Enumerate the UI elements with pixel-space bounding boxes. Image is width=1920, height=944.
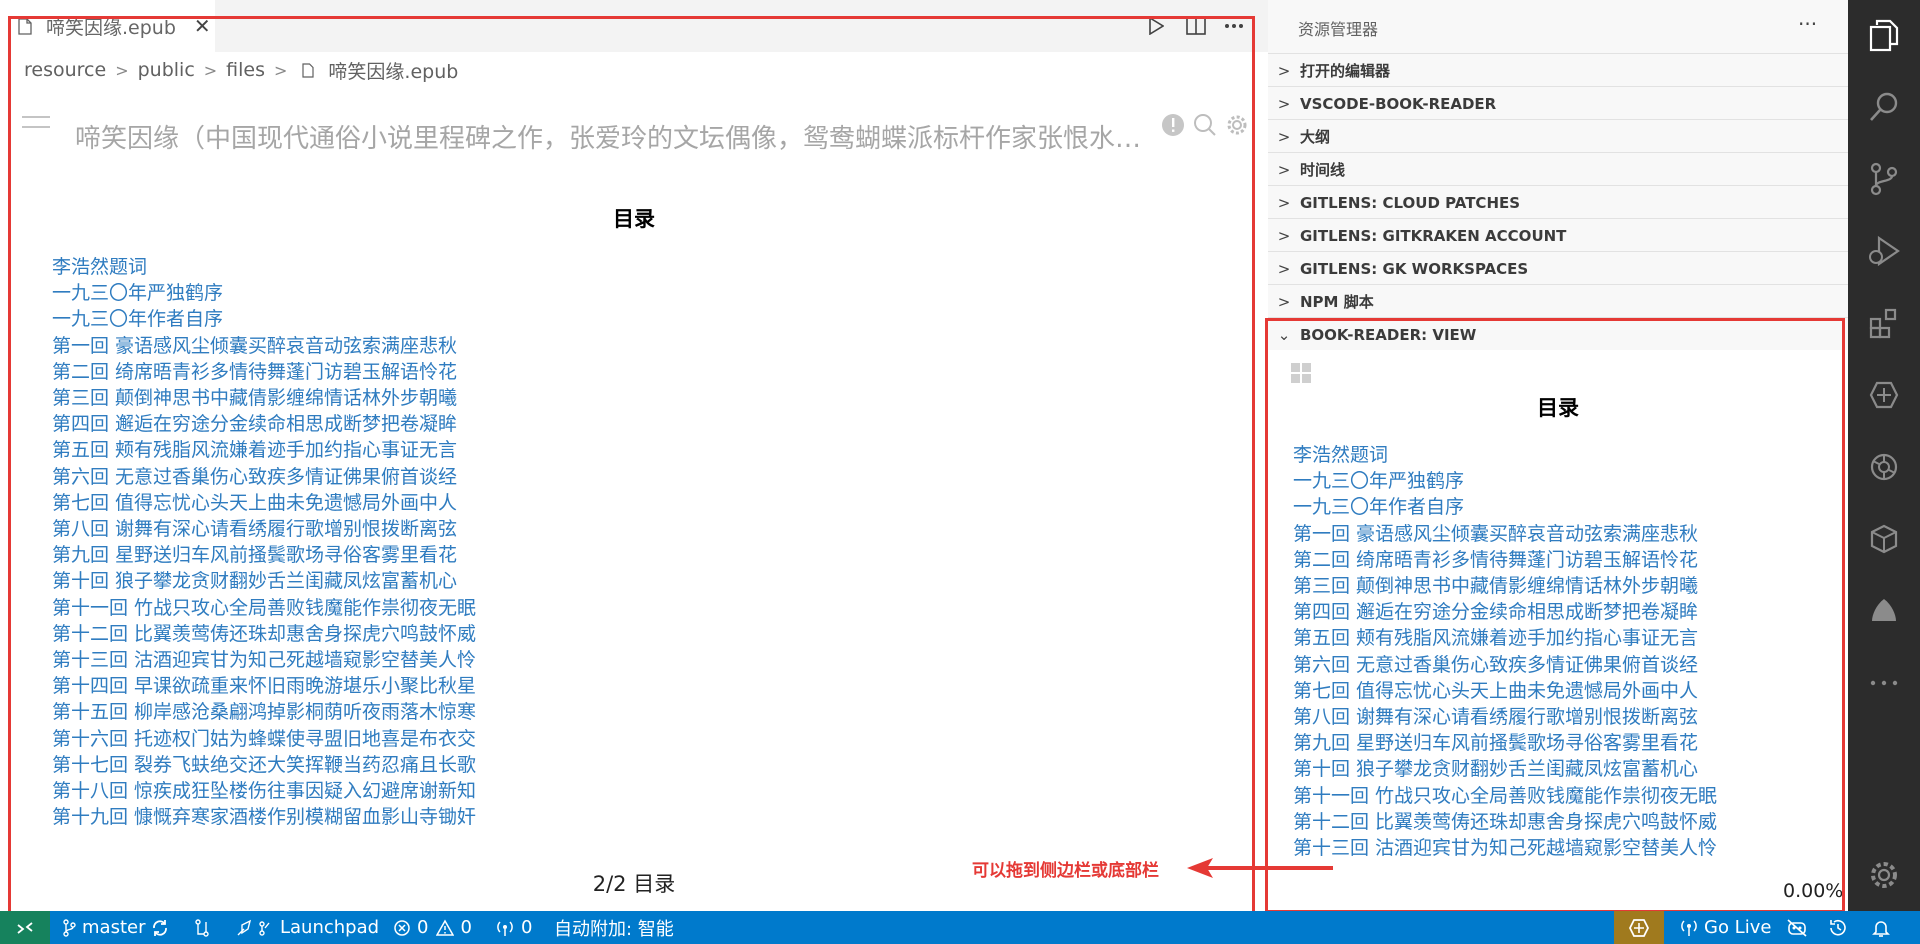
section-label: 时间线 <box>1300 161 1346 179</box>
error-count: 0 <box>417 917 429 938</box>
notifications-icon[interactable] <box>1872 911 1890 944</box>
chatgpt-icon[interactable] <box>1848 434 1920 500</box>
explorer-icon[interactable] <box>1848 2 1920 68</box>
search-icon[interactable] <box>1848 74 1920 140</box>
error-icon <box>394 919 410 936</box>
auto-attach[interactable]: 自动附加: 智能 <box>554 911 674 944</box>
broadcast-icon <box>1681 919 1697 936</box>
source-control-icon[interactable] <box>1848 146 1920 212</box>
section-gitlens-gitkraken-account[interactable]: > GITLENS: GITKRAKEN ACCOUNT <box>1268 218 1848 252</box>
launchpad-icon <box>237 919 270 936</box>
launchpad[interactable]: Launchpad <box>236 911 379 944</box>
gitlens-status-icon[interactable] <box>193 911 211 944</box>
sidebar-title: 资源管理器 <box>1298 20 1379 39</box>
remote-explorer-icon[interactable] <box>1848 506 1920 572</box>
chevron-right-icon: > <box>1277 193 1291 212</box>
chevron-right-icon: > <box>1277 61 1291 80</box>
section-label: GITLENS: GITKRAKEN ACCOUNT <box>1300 226 1567 245</box>
section-npm-scripts[interactable]: > NPM 脚本 <box>1268 284 1848 318</box>
settings-gear-icon[interactable] <box>1848 842 1920 908</box>
more-icon[interactable] <box>1848 650 1920 716</box>
sync-icon[interactable] <box>150 911 170 944</box>
section-gitlens-cloud-patches[interactable]: > GITLENS: CLOUD PATCHES <box>1268 185 1848 219</box>
section-gitlens-gk-workspaces[interactable]: > GITLENS: GK WORKSPACES <box>1268 251 1848 285</box>
gitlens-icon[interactable] <box>1848 362 1920 428</box>
warning-count: 0 <box>460 917 472 938</box>
problems-indicator[interactable]: 0 0 <box>393 911 472 944</box>
gitkraken-status-icon[interactable] <box>1614 911 1664 944</box>
chevron-right-icon: > <box>1277 259 1291 278</box>
chevron-right-icon: > <box>1277 226 1291 245</box>
section-label: GITLENS: CLOUD PATCHES <box>1300 193 1521 212</box>
section-label: GITLENS: GK WORKSPACES <box>1300 259 1529 278</box>
branch-name: master <box>82 917 146 938</box>
section-outline[interactable]: > 大纲 <box>1268 119 1848 153</box>
auto-attach-label: 自动附加: 智能 <box>554 918 674 940</box>
branch-icon <box>63 918 76 937</box>
launchpad-label: Launchpad <box>280 917 380 938</box>
extensions-icon[interactable] <box>1848 290 1920 356</box>
arrow-left-icon <box>1187 858 1333 878</box>
remote-indicator[interactable] <box>0 911 50 944</box>
section-vscode-book-reader[interactable]: > VSCODE-BOOK-READER <box>1268 86 1848 120</box>
copilot-disabled-icon[interactable] <box>1786 911 1808 944</box>
history-icon[interactable] <box>1828 911 1848 944</box>
warning-icon <box>436 918 455 936</box>
chevron-right-icon: > <box>1277 292 1291 311</box>
activity-bar <box>1848 0 1920 911</box>
section-label: VSCODE-BOOK-READER <box>1300 94 1497 113</box>
highlight-box-editor <box>8 16 1255 914</box>
chevron-right-icon: > <box>1277 160 1291 179</box>
more-actions-icon[interactable]: ··· <box>1798 12 1817 36</box>
highlight-box-view <box>1265 318 1845 913</box>
gitkraken-icon[interactable] <box>1848 578 1920 644</box>
run-debug-icon[interactable] <box>1848 218 1920 284</box>
status-bar: master Launchpad 0 0 0 自动附加: 智能 Go Live <box>0 911 1920 944</box>
git-branch[interactable]: master <box>62 911 145 944</box>
broadcast-icon <box>497 920 513 936</box>
chevron-right-icon: > <box>1277 94 1291 113</box>
section-label: NPM 脚本 <box>1300 293 1374 311</box>
go-live-button[interactable]: Go Live <box>1680 911 1771 944</box>
section-label: 大纲 <box>1300 128 1331 146</box>
annotation-text: 可以拖到侧边栏或底部栏 <box>972 861 1159 881</box>
ports-indicator[interactable]: 0 <box>495 911 532 944</box>
go-live-label: Go Live <box>1704 917 1772 938</box>
section-open-editors[interactable]: > 打开的编辑器 <box>1268 53 1848 87</box>
chevron-right-icon: > <box>1277 127 1291 146</box>
section-label: 打开的编辑器 <box>1300 62 1391 80</box>
ports-count: 0 <box>521 917 533 938</box>
section-timeline[interactable]: > 时间线 <box>1268 152 1848 186</box>
